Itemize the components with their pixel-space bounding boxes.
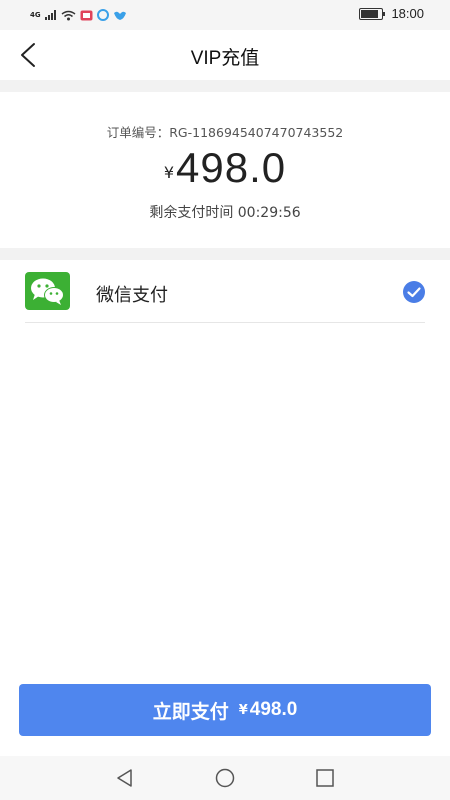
payment-method-label: 微信支付: [96, 285, 168, 306]
app-header: VIP充值: [0, 30, 450, 80]
order-number: 订单编号：RG-1186945407470743552: [106, 125, 344, 140]
pay-button-amount: 498.0: [249, 699, 298, 720]
wechat-icon: [25, 272, 70, 310]
divider: [25, 322, 425, 323]
clock: 18:00: [391, 6, 424, 21]
battery-level: [361, 9, 379, 18]
wifi-icon: [61, 10, 76, 20]
nav-recents-icon[interactable]: [315, 768, 335, 788]
payment-method-wechat[interactable]: 微信支付: [0, 260, 450, 322]
signal-icon: [44, 10, 56, 20]
pay-button-currency: ¥: [238, 702, 248, 718]
notification-mail-icon: [80, 10, 93, 20]
pay-now-button[interactable]: 立即支付 ¥ 498.0: [19, 684, 431, 736]
order-amount: ¥498.0: [0, 144, 450, 192]
battery-icon: [359, 7, 386, 20]
system-nav-bar: [0, 756, 450, 800]
status-icons-left: 4G: [30, 7, 127, 23]
order-summary: 订单编号：RG-1186945407470743552 ¥498.0 剩余支付时…: [0, 92, 450, 248]
status-bar: 4G 18:00: [0, 0, 450, 30]
network-type: 4G: [30, 11, 41, 19]
section-gap: [0, 80, 450, 92]
notification-app-icon: [96, 9, 109, 21]
currency-symbol: ¥: [163, 163, 175, 182]
check-circle-icon[interactable]: [402, 280, 426, 304]
payment-countdown: 剩余支付时间 00:29:56: [149, 205, 301, 221]
pay-button-label: 立即支付: [152, 700, 229, 723]
page-title: VIP充值: [190, 48, 260, 69]
section-gap: [0, 248, 450, 260]
status-icons-right: 18:00: [359, 6, 424, 21]
notification-bird-icon: [113, 11, 126, 20]
amount-value: 498.0: [176, 144, 287, 191]
nav-back-icon[interactable]: [115, 768, 135, 788]
nav-home-icon[interactable]: [215, 768, 235, 788]
